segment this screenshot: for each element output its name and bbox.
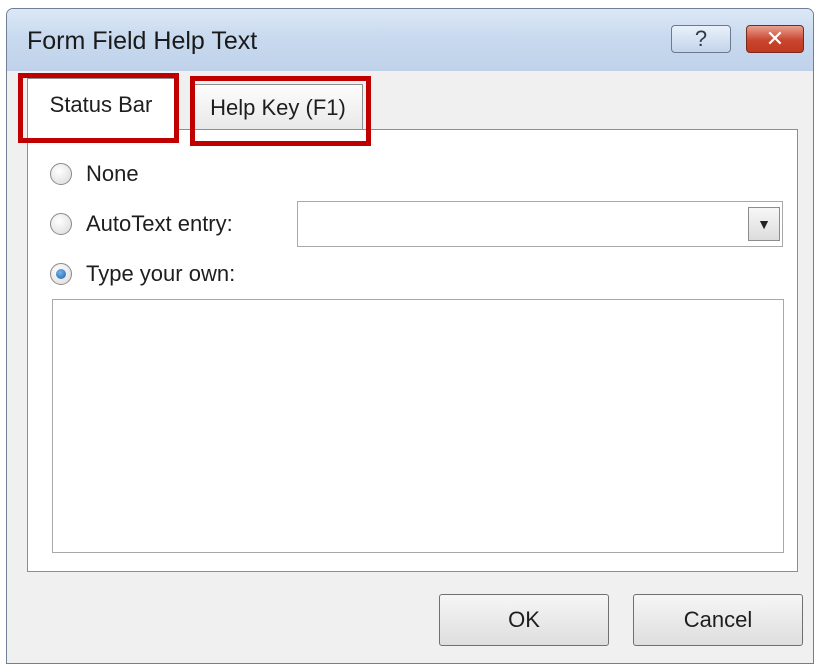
tab-status-bar-label: Status Bar — [49, 91, 153, 117]
tab-help-key-f1[interactable]: Help Key (F1) — [193, 84, 363, 130]
radio-type-your-own-label: Type your own: — [86, 261, 236, 286]
custom-help-text-area[interactable] — [52, 299, 784, 553]
radio-type-your-own-icon[interactable] — [50, 263, 72, 285]
radio-autotext-entry[interactable]: AutoText entry: — [50, 209, 233, 239]
tab-status-bar[interactable]: Status Bar — [27, 78, 175, 130]
radio-type-your-own[interactable]: Type your own: — [50, 259, 235, 289]
chevron-down-icon: ▼ — [757, 216, 771, 232]
title-bar[interactable]: Form Field Help Text ? ✕ — [7, 9, 813, 71]
cancel-button[interactable]: Cancel — [633, 594, 803, 646]
ok-button-label: OK — [508, 607, 540, 632]
radio-none[interactable]: None — [50, 159, 139, 189]
cancel-button-label: Cancel — [683, 607, 753, 632]
question-icon: ? — [694, 26, 708, 51]
close-icon: ✕ — [765, 26, 785, 51]
ok-button[interactable]: OK — [439, 594, 609, 646]
help-button[interactable]: ? — [671, 25, 731, 53]
tab-help-key-label: Help Key (F1) — [210, 94, 346, 120]
radio-none-icon[interactable] — [50, 163, 72, 185]
dialog-title: Form Field Help Text — [27, 27, 258, 55]
close-button[interactable]: ✕ — [746, 25, 804, 53]
radio-autotext-icon[interactable] — [50, 213, 72, 235]
radio-none-label: None — [86, 161, 139, 186]
combobox-dropdown-button[interactable]: ▼ — [748, 207, 780, 241]
radio-autotext-label: AutoText entry: — [86, 211, 233, 236]
autotext-combobox[interactable]: ▼ — [297, 201, 783, 247]
